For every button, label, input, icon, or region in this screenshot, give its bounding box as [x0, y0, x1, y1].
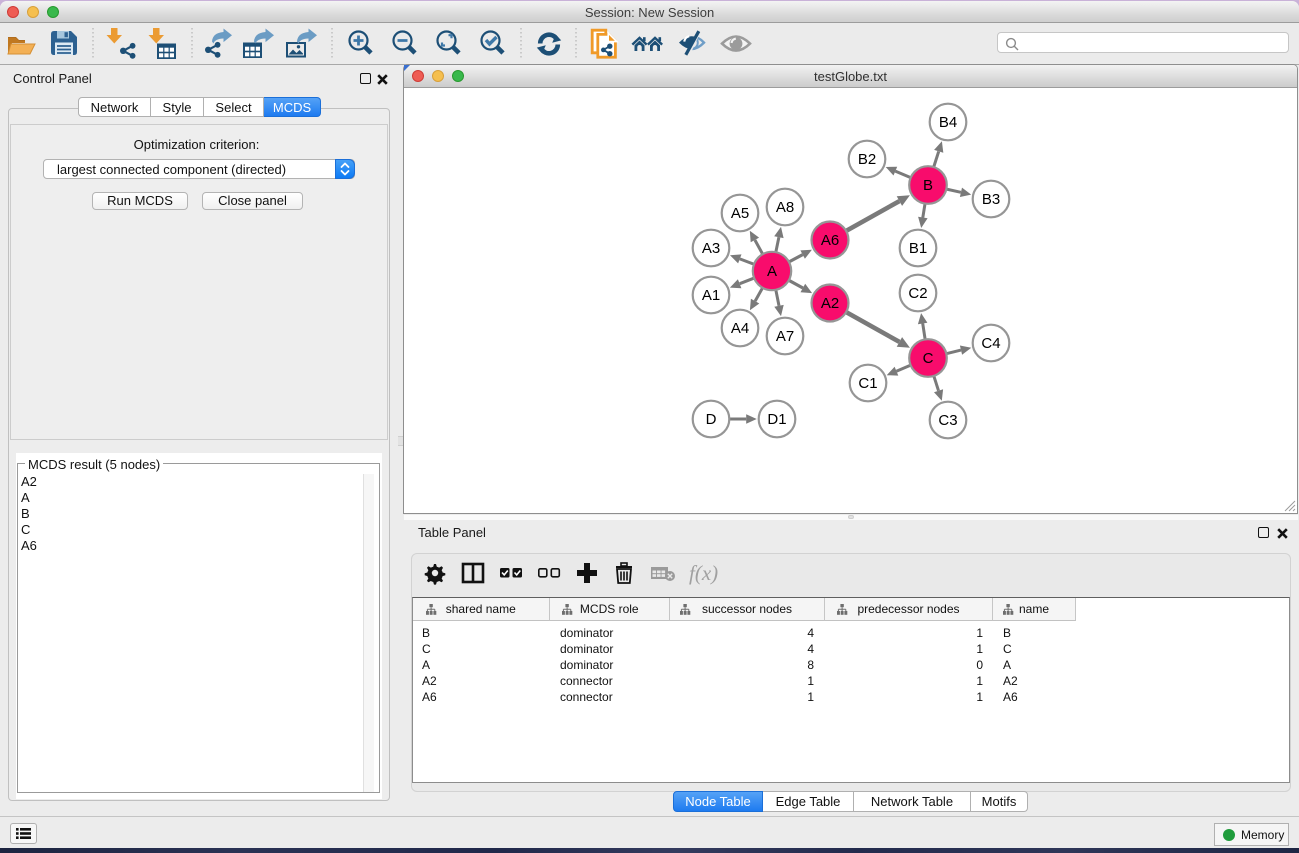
svg-text:C1: C1: [858, 375, 877, 392]
svg-text:A2: A2: [821, 295, 839, 312]
svg-text:A7: A7: [776, 328, 794, 345]
svg-text:A: A: [767, 263, 777, 280]
svg-text:C3: C3: [938, 412, 957, 429]
svg-text:B2: B2: [858, 151, 876, 168]
svg-text:D1: D1: [767, 411, 786, 428]
svg-text:C4: C4: [981, 335, 1000, 352]
svg-text:A5: A5: [731, 205, 749, 222]
svg-text:A4: A4: [731, 320, 749, 337]
svg-text:B: B: [923, 177, 933, 194]
svg-text:C: C: [923, 350, 934, 367]
svg-text:A8: A8: [776, 199, 794, 216]
svg-text:B4: B4: [939, 114, 957, 131]
svg-text:B3: B3: [982, 191, 1000, 208]
svg-text:B1: B1: [909, 240, 927, 257]
svg-text:f(x): f(x): [689, 561, 718, 585]
svg-text:A1: A1: [702, 287, 720, 304]
svg-text:A3: A3: [702, 240, 720, 257]
svg-text:A6: A6: [821, 232, 839, 249]
svg-text:C2: C2: [908, 285, 927, 302]
svg-text:D: D: [706, 411, 717, 428]
